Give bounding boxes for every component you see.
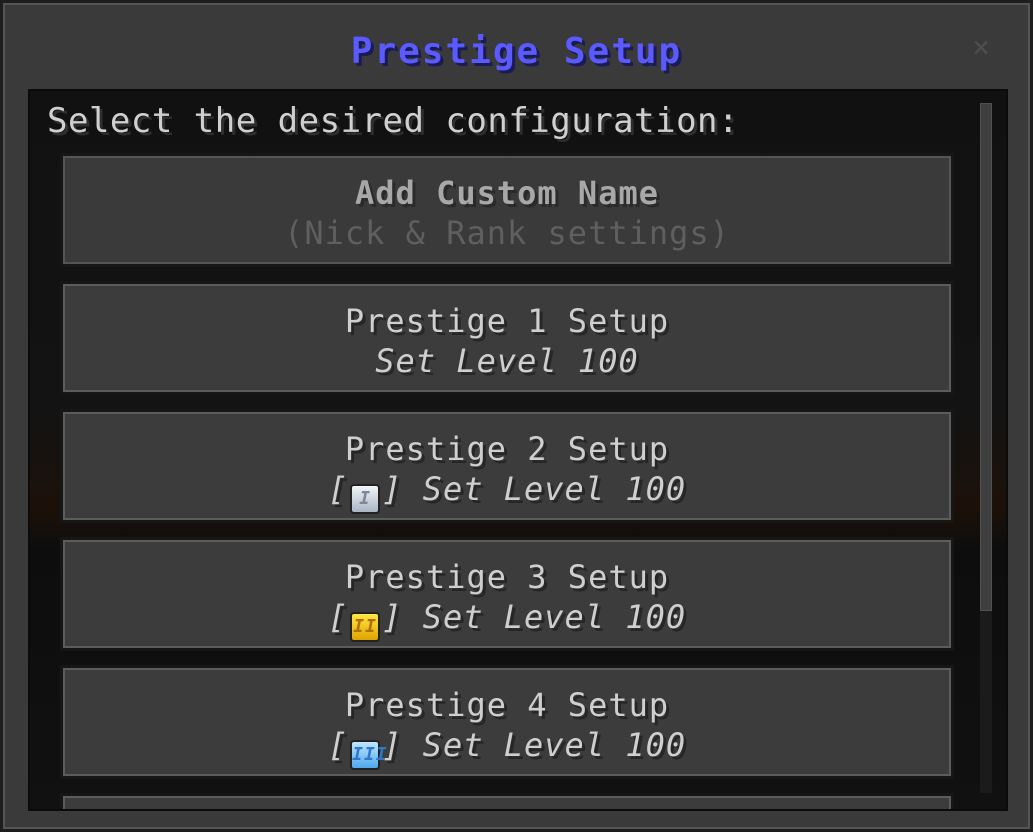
bracket-close: ]	[382, 598, 403, 636]
option-title: Prestige 1 Setup	[344, 302, 670, 340]
prestige-setup-dialog: Prestige Setup × Select the desired conf…	[0, 0, 1033, 832]
prestige-1-setup-button[interactable]: Prestige 1 Setup Set Level 100	[60, 281, 954, 395]
add-custom-name-button[interactable]: Add Custom Name (Nick & Rank settings)	[60, 153, 954, 267]
scrollbar-thumb[interactable]	[980, 103, 992, 611]
option-subtitle-row: [I] Set Level 100	[63, 470, 951, 514]
option-subtitle-row: [III] Set Level 100	[63, 726, 951, 770]
config-prompt: Select the desired configuration:	[47, 101, 740, 141]
dialog-title: Prestige Setup	[350, 31, 683, 72]
option-title: Add Custom Name	[355, 174, 659, 212]
options-list: Add Custom Name (Nick & Rank settings) P…	[60, 153, 954, 809]
option-title: Prestige 4 Setup	[344, 686, 670, 724]
prestige-3-badge-icon: II	[350, 612, 381, 642]
prestige-3-setup-button[interactable]: Prestige 3 Setup [II] Set Level 100	[60, 537, 954, 651]
option-subtitle: Set Level 100	[422, 470, 687, 508]
prestige-4-setup-button[interactable]: Prestige 4 Setup [III] Set Level 100	[60, 665, 954, 779]
scrollbar-track[interactable]	[980, 103, 992, 793]
prestige-2-badge-icon: I	[350, 484, 381, 514]
bracket-open: [	[327, 470, 349, 508]
bracket-open: [	[327, 598, 349, 636]
bracket-close: ]	[382, 470, 403, 508]
option-subtitle-row: [II] Set Level 100	[63, 598, 951, 642]
next-option-button-partial[interactable]	[60, 793, 954, 809]
option-subtitle: (Nick & Rank settings)	[284, 214, 730, 252]
option-subtitle: Set Level 100	[422, 598, 687, 636]
close-icon[interactable]: ×	[966, 33, 996, 63]
prestige-2-setup-button[interactable]: Prestige 2 Setup [I] Set Level 100	[60, 409, 954, 523]
option-subtitle: Set Level 100	[422, 726, 687, 764]
bracket-close: ]	[382, 726, 403, 764]
prestige-4-badge-icon: III	[350, 740, 387, 770]
config-list-panel: Select the desired configuration: Add Cu…	[28, 89, 1008, 811]
option-title: Prestige 3 Setup	[344, 558, 670, 596]
option-title: Prestige 2 Setup	[344, 430, 670, 468]
option-subtitle: Set Level 100	[375, 342, 639, 380]
bracket-open: [	[327, 726, 349, 764]
